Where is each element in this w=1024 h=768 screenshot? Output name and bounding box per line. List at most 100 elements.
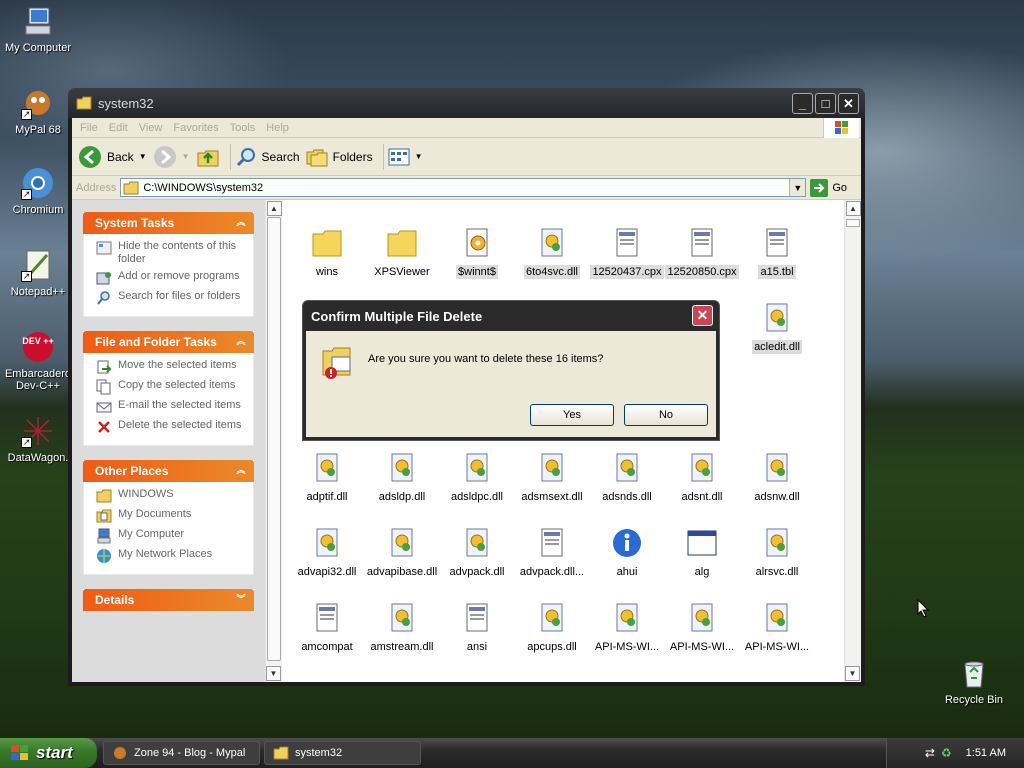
up-button[interactable] (196, 145, 220, 169)
file-item[interactable]: ansi (437, 601, 517, 654)
task-delete-items[interactable]: Delete the selected items (96, 419, 247, 435)
scroll-down-button[interactable]: ▼ (266, 666, 281, 681)
place-windows[interactable]: WINDOWS (96, 488, 247, 504)
file-item[interactable]: amcompat (287, 601, 367, 654)
taskbar-item-system32[interactable]: system32 (264, 741, 421, 765)
task-move-items[interactable]: Move the selected items (96, 359, 247, 375)
menu-favorites[interactable]: Favorites (173, 122, 218, 134)
file-item[interactable]: advpack.dll... (512, 526, 592, 579)
scroll-up-button[interactable]: ▲ (845, 201, 861, 216)
file-item[interactable]: API-MS-WI... (662, 601, 742, 654)
taskbar: start Zone 94 - Blog - Mypal system32 ⇄ … (0, 738, 1024, 768)
sidebar-scrollbar[interactable]: ▲ ▼ (265, 200, 282, 682)
place-my-computer[interactable]: My Computer (96, 528, 247, 544)
minimize-button[interactable]: _ (792, 92, 813, 114)
scroll-down-button[interactable]: ▼ (845, 666, 860, 681)
file-item[interactable]: alrsvc.dll (737, 526, 817, 579)
collapse-icon[interactable]: ︽ (234, 335, 248, 349)
collapse-icon[interactable]: ︽ (234, 216, 248, 230)
place-my-network[interactable]: My Network Places (96, 548, 247, 564)
maximize-button[interactable]: □ (815, 92, 836, 114)
hide-contents-icon (96, 241, 112, 255)
file-name: alg (694, 566, 710, 578)
file-item[interactable]: advapibase.dll (362, 526, 442, 579)
yes-button[interactable]: Yes (530, 404, 614, 426)
scroll-up-button[interactable]: ▲ (266, 201, 282, 216)
file-item[interactable]: API-MS-WI... (737, 601, 817, 654)
taskbar-item-mypal[interactable]: Zone 94 - Blog - Mypal (103, 741, 260, 765)
file-item[interactable]: adsmsext.dll (512, 451, 592, 504)
place-my-documents[interactable]: My Documents (96, 508, 247, 524)
back-button[interactable]: Back ▼ (78, 145, 147, 169)
panel-header[interactable]: Other Places ︽ (83, 460, 254, 482)
file-item[interactable]: acledit.dll (737, 301, 817, 354)
panel-header[interactable]: System Tasks ︽ (83, 212, 254, 234)
task-copy-items[interactable]: Copy the selected items (96, 379, 247, 395)
file-item[interactable]: adptif.dll (287, 451, 367, 504)
expand-icon[interactable]: ︾ (234, 593, 248, 607)
collapse-icon[interactable]: ︽ (234, 464, 248, 478)
datawagon-icon: ↗ (21, 414, 55, 448)
folder-icon (123, 181, 139, 194)
menu-help[interactable]: Help (266, 122, 289, 134)
file-item[interactable]: alg (662, 526, 742, 579)
file-item[interactable]: adsnt.dll (662, 451, 742, 504)
task-email-items[interactable]: E-mail the selected items (96, 399, 247, 415)
task-label: Hide the contents of this folder (118, 240, 237, 265)
task-pane: System Tasks ︽ Hide the contents of this … (72, 200, 265, 682)
address-dropdown-button[interactable]: ▼ (789, 179, 806, 196)
scroll-thumb[interactable] (267, 217, 281, 661)
forward-button[interactable]: ▼ (153, 145, 190, 169)
file-name: adsmsext.dll (521, 491, 583, 503)
file-item[interactable]: adsnds.dll (587, 451, 667, 504)
panel-header[interactable]: File and Folder Tasks ︽ (83, 331, 254, 353)
folders-button[interactable]: Folders (306, 147, 373, 167)
file-item[interactable]: advapi32.dll (287, 526, 367, 579)
file-item[interactable]: 12520437.cpx (587, 226, 667, 279)
go-button[interactable]: Go (810, 178, 847, 197)
search-button[interactable]: Search (235, 146, 300, 168)
menu-view[interactable]: View (139, 122, 163, 134)
file-item[interactable]: 12520850.cpx (662, 226, 742, 279)
file-item[interactable]: amstream.dll (362, 601, 442, 654)
close-button[interactable]: ✕ (838, 92, 859, 114)
address-input[interactable]: C:\WINDOWS\system32 ▼ (120, 178, 807, 197)
file-item[interactable]: XPSViewer (362, 226, 442, 279)
menu-edit[interactable]: Edit (109, 122, 128, 134)
file-item[interactable]: adsnw.dll (737, 451, 817, 504)
dialog-titlebar[interactable]: Confirm Multiple File Delete ✕ (306, 301, 716, 331)
task-hide-contents[interactable]: Hide the contents of this folder (96, 240, 247, 266)
menu-file[interactable]: File (80, 122, 98, 134)
window-titlebar[interactable]: system32 _ □ ✕ (72, 88, 861, 118)
panel-header[interactable]: Details ︾ (83, 589, 254, 611)
file-item[interactable]: advpack.dll (437, 526, 517, 579)
dialog-close-button[interactable]: ✕ (692, 305, 713, 326)
dll-icon (541, 603, 563, 632)
no-button[interactable]: No (624, 404, 708, 426)
desktop-icon-label: My Computer (4, 42, 72, 54)
file-item[interactable]: adsldp.dll (362, 451, 442, 504)
file-item[interactable]: apcups.dll (512, 601, 592, 654)
panel-title: Details (95, 593, 135, 607)
recycle-tray-icon[interactable]: ♻ (941, 746, 952, 760)
task-add-remove-programs[interactable]: Add or remove programs (96, 270, 247, 286)
desktop-icon-recycle-bin[interactable]: Recycle Bin (932, 656, 1016, 706)
task-label: Add or remove programs (118, 270, 240, 282)
network-tray-icon[interactable]: ⇄ (925, 746, 935, 760)
file-item[interactable]: wins (287, 226, 367, 279)
file-item[interactable]: API-MS-WI... (587, 601, 667, 654)
menu-tools[interactable]: Tools (230, 122, 256, 134)
file-item[interactable]: $winnt$ (437, 226, 517, 279)
start-button[interactable]: start (0, 738, 97, 768)
file-item[interactable]: adsldpc.dll (437, 451, 517, 504)
clock[interactable]: 1:51 AM (966, 747, 1006, 759)
file-list-scrollbar[interactable]: ▲ ▼ (844, 200, 861, 682)
file-item[interactable]: ahui (587, 526, 667, 579)
task-search-files[interactable]: Search for files or folders (96, 290, 247, 306)
desktop-icon-my-computer[interactable]: My Computer (0, 4, 80, 54)
file-item[interactable]: 6to4svc.dll (512, 226, 592, 279)
views-button[interactable]: ▼ (388, 148, 423, 166)
chevron-down-icon[interactable]: ▼ (139, 152, 147, 161)
file-item[interactable]: a15.tbl (737, 226, 817, 279)
scroll-thumb[interactable] (846, 219, 860, 227)
